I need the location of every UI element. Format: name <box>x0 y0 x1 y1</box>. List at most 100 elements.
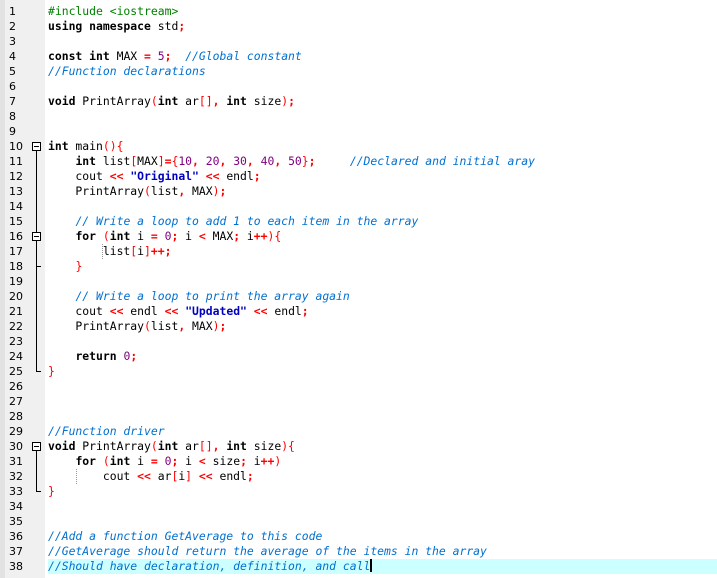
code-line[interactable]: 15 // Write a loop to add 1 to each item… <box>0 214 717 229</box>
code-text[interactable]: void PrintArray(int ar[], int size){ <box>48 439 717 454</box>
code-text[interactable]: for (int i = 0; i < size; i++) <box>48 454 717 469</box>
code-line[interactable]: 6 <box>0 79 717 94</box>
code-token: ] <box>144 244 151 258</box>
code-line[interactable]: 10 int main(){ <box>0 139 717 154</box>
code-line[interactable]: 2 using namespace std; <box>0 19 717 34</box>
code-line[interactable]: 26 <box>0 379 717 394</box>
code-line[interactable]: 25} <box>0 364 717 379</box>
code-line[interactable]: 17 list[i]++; <box>0 244 717 259</box>
code-token: endl <box>123 304 165 318</box>
code-line[interactable]: 22 PrintArray(list, MAX); <box>0 319 717 334</box>
code-token: 20 <box>205 154 220 168</box>
code-line[interactable]: 1 #include <iostream> <box>0 4 717 19</box>
code-text[interactable]: //Should have declaration, definition, a… <box>48 559 717 574</box>
code-text[interactable]: //GetAverage should return the average o… <box>48 544 717 559</box>
code-text[interactable]: // Write a loop to print the array again <box>48 289 717 304</box>
code-line[interactable]: 32 cout << ar[i] << endl; <box>0 469 717 484</box>
line-number: 9 <box>9 125 16 138</box>
code-line[interactable]: 31 for (int i = 0; i < size; i++) <box>0 454 717 469</box>
code-line[interactable]: 5 //Function declarations <box>0 64 717 79</box>
code-token: for <box>75 229 97 243</box>
code-token: 5 <box>157 49 165 63</box>
code-text[interactable]: cout << ar[i] << endl; <box>48 469 717 484</box>
code-line[interactable]: 16 for (int i = 0; i < MAX; i++){ <box>0 229 717 244</box>
line-number: 29 <box>9 425 23 438</box>
code-token: cout <box>48 469 138 483</box>
code-token: } <box>75 259 83 273</box>
code-line[interactable]: 20 // Write a loop to print the array ag… <box>0 289 717 304</box>
code-line[interactable]: 11 int list[MAX]={10, 20, 30, 40, 50}; /… <box>0 154 717 169</box>
line-number: 32 <box>9 470 23 483</box>
line-number: 35 <box>9 515 23 528</box>
code-text[interactable]: #include <iostream> <box>48 4 717 19</box>
code-line[interactable]: 38 //Should have declaration, definition,… <box>0 559 717 574</box>
code-line[interactable]: 23 <box>0 334 717 349</box>
code-text[interactable]: return 0; <box>48 349 717 364</box>
code-text[interactable] <box>48 199 717 214</box>
code-line[interactable]: 3 <box>0 34 717 49</box>
code-line[interactable]: 27 <box>0 394 717 409</box>
code-text[interactable] <box>48 499 717 514</box>
code-line[interactable]: 29 //Function driver <box>0 424 717 439</box>
code-text[interactable] <box>48 394 717 409</box>
code-text[interactable]: int main(){ <box>48 139 717 154</box>
code-text[interactable]: } <box>48 484 717 499</box>
code-text[interactable]: cout << "Original" << endl; <box>48 169 717 184</box>
code-line[interactable]: 13 PrintArray(list, MAX); <box>0 184 717 199</box>
code-text[interactable] <box>48 274 717 289</box>
fold-range-line <box>36 451 37 491</box>
code-text[interactable]: void PrintArray(int ar[], int size); <box>48 94 717 109</box>
code-text[interactable] <box>48 34 717 49</box>
code-line[interactable]: 12 cout << "Original" << endl; <box>0 169 717 184</box>
code-line[interactable]: 19 <box>0 274 717 289</box>
code-token: ar <box>178 439 199 453</box>
code-line[interactable]: 4 const int MAX = 5; //Global constant <box>0 49 717 64</box>
code-line[interactable]: 34 <box>0 499 717 514</box>
code-line[interactable]: 9 <box>0 124 717 139</box>
code-text[interactable]: const int MAX = 5; //Global constant <box>48 49 717 64</box>
code-text[interactable]: PrintArray(list, MAX); <box>48 319 717 334</box>
code-text[interactable] <box>48 124 717 139</box>
code-line[interactable]: 18 } <box>0 259 717 274</box>
line-number: 10 <box>9 140 23 153</box>
code-token: ++ <box>253 229 268 243</box>
code-token: void <box>48 94 76 108</box>
code-line[interactable]: 7 void PrintArray(int ar[], int size); <box>0 94 717 109</box>
code-text[interactable]: } <box>48 364 717 379</box>
code-text[interactable]: //Function declarations <box>48 64 717 79</box>
code-line[interactable]: 36 //Add a function GetAverage to this co… <box>0 529 717 544</box>
code-text[interactable]: for (int i = 0; i < MAX; i++){ <box>48 229 717 244</box>
code-line[interactable]: 8 <box>0 109 717 124</box>
code-line[interactable]: 14 <box>0 199 717 214</box>
code-text[interactable] <box>48 409 717 424</box>
line-number: 20 <box>9 290 23 303</box>
code-line[interactable]: 37 //GetAverage should return the average… <box>0 544 717 559</box>
code-text[interactable]: list[i]++; <box>48 244 717 259</box>
code-line[interactable]: 33} <box>0 484 717 499</box>
code-text[interactable]: //Add a function GetAverage to this code <box>48 529 717 544</box>
code-text[interactable] <box>48 79 717 94</box>
code-line[interactable]: 21 cout << endl << "Updated" << endl; <box>0 304 717 319</box>
fold-collapse-toggle[interactable] <box>32 232 41 241</box>
code-line[interactable]: 28 <box>0 409 717 424</box>
code-text[interactable] <box>48 514 717 529</box>
code-text[interactable]: //Function driver <box>48 424 717 439</box>
code-text[interactable]: cout << endl << "Updated" << endl; <box>48 304 717 319</box>
line-number: 31 <box>9 455 23 468</box>
code-text[interactable]: PrintArray(list, MAX); <box>48 184 717 199</box>
code-text[interactable] <box>48 334 717 349</box>
code-text[interactable] <box>48 379 717 394</box>
fold-collapse-toggle[interactable] <box>32 142 41 151</box>
fold-collapse-toggle[interactable] <box>32 442 41 451</box>
code-line[interactable]: 30 void PrintArray(int ar[], int size){ <box>0 439 717 454</box>
code-text[interactable]: using namespace std; <box>48 19 717 34</box>
code-text[interactable]: } <box>48 259 717 274</box>
code-token: ++; <box>150 244 172 258</box>
code-text[interactable] <box>48 109 717 124</box>
code-line[interactable]: 24 return 0; <box>0 349 717 364</box>
code-text[interactable]: int list[MAX]={10, 20, 30, 40, 50}; //De… <box>48 154 717 169</box>
code-text[interactable]: // Write a loop to add 1 to each item in… <box>48 214 717 229</box>
code-editor[interactable]: 1 #include <iostream> 2 using namespace std… <box>0 0 717 578</box>
code-line[interactable]: 35 <box>0 514 717 529</box>
